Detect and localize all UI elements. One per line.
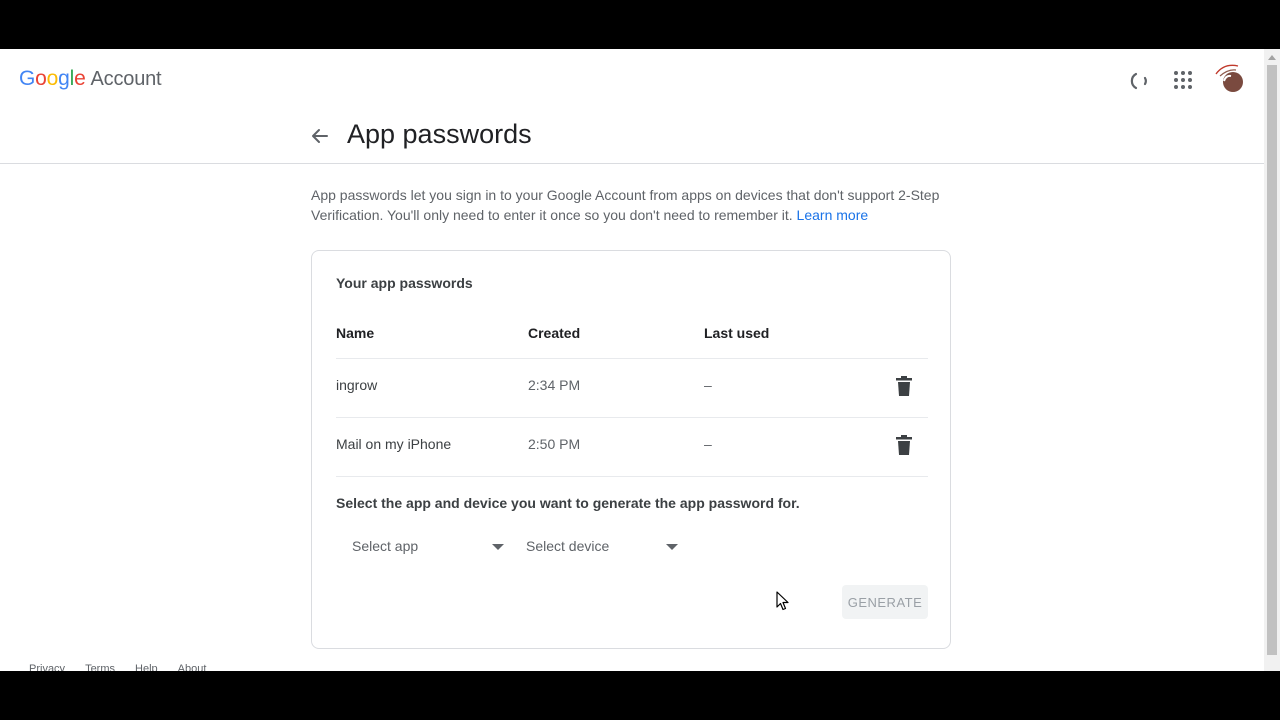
browser-viewport: Go o g l e Account App passwords App pas… — [0, 49, 1280, 671]
scroll-up-arrow-icon[interactable] — [1268, 55, 1276, 60]
page-header: App passwords — [0, 113, 1264, 164]
app-passwords-card: Your app passwords Name Created Last use… — [311, 250, 951, 649]
page-title: App passwords — [347, 119, 532, 149]
trash-icon[interactable] — [894, 375, 914, 397]
footer-link-help[interactable]: Help — [135, 663, 158, 671]
logo-letter: o — [46, 67, 59, 90]
row-created: 2:34 PM — [528, 377, 581, 393]
select-app-label: Select app — [352, 538, 419, 554]
select-device-label: Select device — [526, 538, 610, 554]
card-title: Your app passwords — [336, 275, 473, 291]
column-header-created: Created — [528, 325, 581, 341]
google-account-logo[interactable]: Go o g l e Account — [19, 67, 162, 91]
scrollbar-thumb[interactable] — [1267, 65, 1277, 655]
logo-letter: o — [35, 67, 47, 90]
footer-link-terms[interactable]: Terms — [85, 663, 115, 671]
footer-link-privacy[interactable]: Privacy — [29, 663, 65, 671]
table-row: Mail on my iPhone 2:50 PM – — [336, 418, 928, 477]
logo-letter: g — [58, 67, 70, 90]
table-row: ingrow 2:34 PM – — [336, 359, 928, 418]
select-help-text: Select the app and device you want to ge… — [336, 495, 800, 511]
loading-spinner-icon — [1130, 72, 1147, 90]
row-created: 2:50 PM — [528, 436, 581, 452]
caret-down-icon — [492, 544, 504, 550]
column-header-last-used: Last used — [704, 325, 770, 341]
column-header-name: Name — [336, 325, 375, 341]
logo-letter: e — [74, 67, 86, 90]
row-last-used: – — [704, 436, 712, 452]
mouse-cursor-icon — [776, 591, 789, 611]
account-avatar[interactable] — [1212, 61, 1248, 97]
row-name: Mail on my iPhone — [336, 436, 452, 452]
select-app-dropdown[interactable]: Select app — [336, 532, 508, 560]
row-last-used: – — [704, 377, 712, 393]
footer-link-about[interactable]: About — [178, 663, 207, 671]
learn-more-link[interactable]: Learn more — [797, 207, 869, 223]
select-device-dropdown[interactable]: Select device — [510, 532, 682, 560]
page-description: App passwords let you sign in to your Go… — [311, 186, 951, 225]
vertical-scrollbar[interactable] — [1264, 49, 1280, 671]
row-name: ingrow — [336, 377, 378, 393]
apps-grid-icon[interactable] — [1172, 69, 1194, 91]
arrow-left-icon[interactable] — [307, 123, 333, 149]
caret-down-icon — [666, 544, 678, 550]
top-bar: Go o g l e Account — [0, 49, 1264, 113]
trash-icon[interactable] — [894, 434, 914, 456]
logo-account-text: Account — [90, 68, 162, 90]
logo-letter: G — [19, 67, 36, 90]
generate-button[interactable]: GENERATE — [842, 585, 928, 619]
table-header: Name Created Last used — [336, 325, 928, 359]
footer-links: Privacy Terms Help About — [29, 663, 206, 671]
